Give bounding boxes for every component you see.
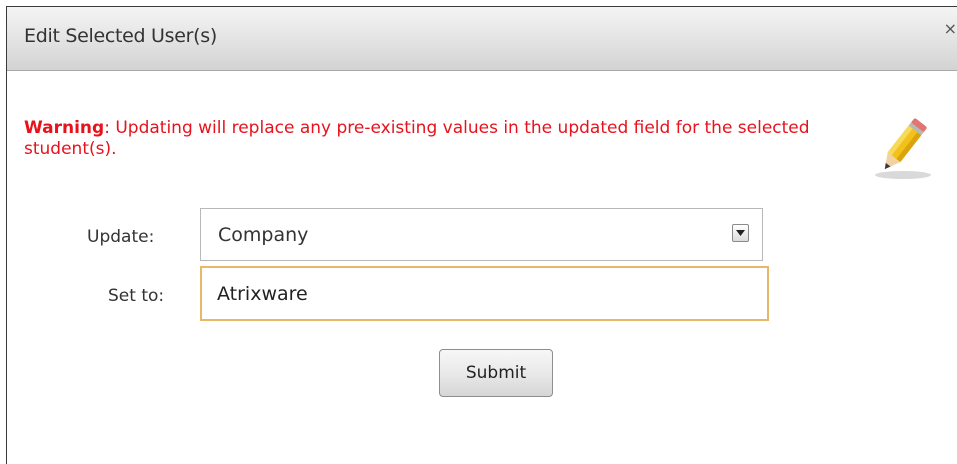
update-label: Update:: [87, 227, 155, 247]
warning-message: Warning: Updating will replace any pre-e…: [24, 118, 854, 160]
set-to-label: Set to:: [108, 286, 165, 306]
submit-button[interactable]: Submit: [439, 349, 553, 397]
close-icon[interactable]: ×: [944, 21, 957, 37]
update-field-value: Company: [218, 224, 309, 246]
warning-label: Warning: [24, 118, 105, 138]
chevron-down-icon[interactable]: [732, 224, 749, 242]
update-field-select[interactable]: Company: [200, 208, 763, 261]
pencil-icon: [875, 118, 931, 179]
warning-text: : Updating will replace any pre-existing…: [24, 118, 810, 159]
dialog-title: Edit Selected User(s): [24, 25, 217, 47]
edit-users-dialog: Edit Selected User(s) × Warning: Updatin…: [6, 6, 957, 464]
set-to-input[interactable]: [200, 266, 769, 321]
dialog-titlebar: Edit Selected User(s) ×: [7, 7, 957, 71]
